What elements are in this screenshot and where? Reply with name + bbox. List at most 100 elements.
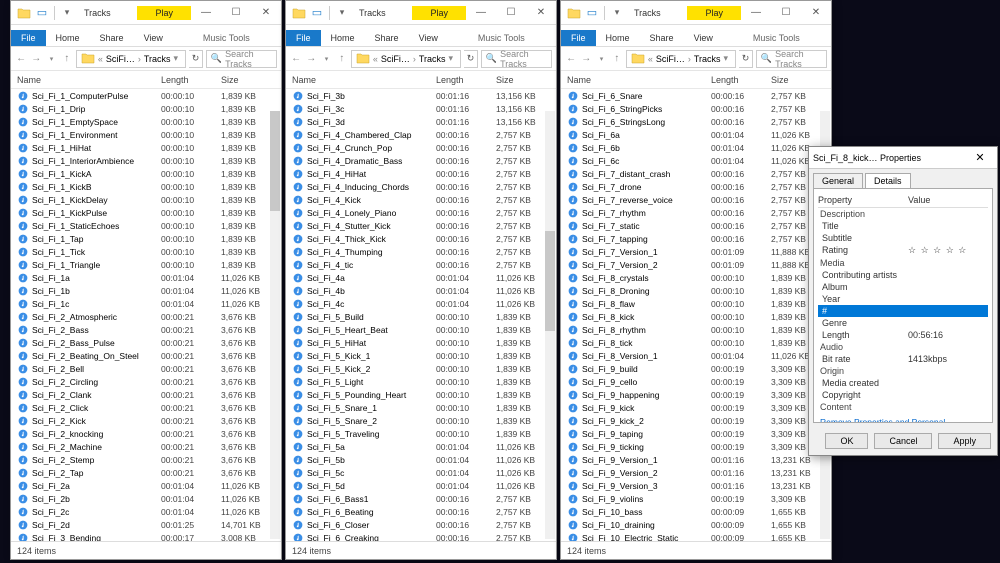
list-item[interactable]: Sci_Fi_9_taping 00:00:19 3,309 KB <box>567 427 831 440</box>
list-item[interactable]: Sci_Fi_2_Clank 00:00:21 3,676 KB <box>17 388 281 401</box>
list-item[interactable]: Sci_Fi_4_HiHat 00:00:16 2,757 KB <box>292 167 556 180</box>
tab-view[interactable]: View <box>134 30 173 46</box>
list-item[interactable]: Sci_Fi_10_bass 00:00:09 1,655 KB <box>567 505 831 518</box>
tab-music-tools[interactable]: Music Tools <box>468 30 535 46</box>
list-item[interactable]: Sci_Fi_9_cello 00:00:19 3,309 KB <box>567 375 831 388</box>
list-item[interactable]: Sci_Fi_6a 00:01:04 11,026 KB <box>567 128 831 141</box>
list-item[interactable]: Sci_Fi_8_Version_1 00:01:04 11,026 KB <box>567 349 831 362</box>
list-item[interactable]: Sci_Fi_6_Bass1 00:00:16 2,757 KB <box>292 492 556 505</box>
forward-icon[interactable]: → <box>30 50 42 68</box>
column-headers[interactable]: Name Length Size <box>286 71 556 89</box>
list-item[interactable]: Sci_Fi_6b 00:01:04 11,026 KB <box>567 141 831 154</box>
list-item[interactable]: Sci_Fi_8_flaw 00:00:10 1,839 KB <box>567 297 831 310</box>
maximize-icon[interactable]: ☐ <box>221 2 251 24</box>
list-item[interactable]: Sci_Fi_1_InteriorAmbience 00:00:10 1,839… <box>17 154 281 167</box>
breadcrumb[interactable]: « SciFi… › Tracks ▾ <box>76 50 186 68</box>
list-item[interactable]: Sci_Fi_7_tapping 00:00:16 2,757 KB <box>567 232 831 245</box>
breadcrumb-segment[interactable]: SciFi… <box>656 54 685 64</box>
list-item[interactable]: Sci_Fi_1_Drip 00:00:10 1,839 KB <box>17 102 281 115</box>
tab-share[interactable]: Share <box>640 30 684 46</box>
list-item[interactable]: Sci_Fi_4_Stutter_Kick 00:00:16 2,757 KB <box>292 219 556 232</box>
list-item[interactable]: Sci_Fi_6_Snare 00:00:16 2,757 KB <box>567 89 831 102</box>
tab-details[interactable]: Details <box>865 173 911 188</box>
list-item[interactable]: Sci_Fi_5_Kick_1 00:00:10 1,839 KB <box>292 349 556 362</box>
col-name[interactable]: Name <box>567 75 711 85</box>
list-item[interactable]: Sci_Fi_1_ComputerPulse 00:00:10 1,839 KB <box>17 89 281 102</box>
tab-home[interactable]: Home <box>46 30 90 46</box>
up-icon[interactable]: ↑ <box>611 50 623 68</box>
list-item[interactable]: Sci_Fi_7_rhythm 00:00:16 2,757 KB <box>567 206 831 219</box>
column-headers[interactable]: Name Length Size <box>561 71 831 89</box>
file-list[interactable]: Sci_Fi_3b 00:01:16 13,156 KB Sci_Fi_3c 0… <box>286 89 556 541</box>
list-item[interactable]: Sci_Fi_1_Triangle 00:00:10 1,839 KB <box>17 258 281 271</box>
list-item[interactable]: Sci_Fi_1_Tick 00:00:10 1,839 KB <box>17 245 281 258</box>
breadcrumb-segment[interactable]: SciFi… <box>106 54 135 64</box>
list-item[interactable]: Sci_Fi_1_HiHat 00:00:10 1,839 KB <box>17 141 281 154</box>
list-item[interactable]: Sci_Fi_5_HiHat 00:00:10 1,839 KB <box>292 336 556 349</box>
list-item[interactable]: Sci_Fi_2_Click 00:00:21 3,676 KB <box>17 401 281 414</box>
list-item[interactable]: Sci_Fi_4_Crunch_Pop 00:00:16 2,757 KB <box>292 141 556 154</box>
list-item[interactable]: Sci_Fi_5_Traveling 00:00:10 1,839 KB <box>292 427 556 440</box>
prop-rating[interactable]: Rating <box>818 245 908 256</box>
scrollbar[interactable] <box>270 111 280 539</box>
minimize-icon[interactable]: — <box>466 2 496 24</box>
tab-home[interactable]: Home <box>596 30 640 46</box>
list-item[interactable]: Sci_Fi_4_Kick 00:00:16 2,757 KB <box>292 193 556 206</box>
tab-view[interactable]: View <box>409 30 448 46</box>
prop-subtitle[interactable]: Subtitle <box>818 233 908 243</box>
scrollbar-thumb[interactable] <box>545 231 555 331</box>
ok-button[interactable]: OK <box>825 433 868 449</box>
list-item[interactable]: Sci_Fi_2_knocking 00:00:21 3,676 KB <box>17 427 281 440</box>
forward-icon[interactable]: → <box>305 50 317 68</box>
list-item[interactable]: Sci_Fi_7_reverse_voice 00:00:16 2,757 KB <box>567 193 831 206</box>
tab-home[interactable]: Home <box>321 30 365 46</box>
tab-view[interactable]: View <box>684 30 723 46</box>
list-item[interactable]: Sci_Fi_9_Version_2 00:01:16 13,231 KB <box>567 466 831 479</box>
col-size[interactable]: Size <box>496 75 556 85</box>
prop-contributing[interactable]: Contributing artists <box>818 270 908 280</box>
list-item[interactable]: Sci_Fi_6c 00:01:04 11,026 KB <box>567 154 831 167</box>
list-item[interactable]: Sci_Fi_4c 00:01:04 11,026 KB <box>292 297 556 310</box>
remove-properties-link[interactable]: Remove Properties and Personal Informati… <box>818 413 988 423</box>
list-item[interactable]: Sci_Fi_8_Droning 00:00:10 1,839 KB <box>567 284 831 297</box>
breadcrumb-segment[interactable]: Tracks <box>694 54 721 64</box>
properties-icon[interactable]: ▭ <box>585 6 599 20</box>
close-icon[interactable]: ✕ <box>251 2 281 24</box>
list-item[interactable]: Sci_Fi_2_Atmospheric 00:00:21 3,676 KB <box>17 310 281 323</box>
list-item[interactable]: Sci_Fi_4b 00:01:04 11,026 KB <box>292 284 556 297</box>
list-item[interactable]: Sci_Fi_1a 00:01:04 11,026 KB <box>17 271 281 284</box>
breadcrumb[interactable]: « SciFi… › Tracks ▾ <box>626 50 736 68</box>
refresh-icon[interactable]: ↻ <box>739 50 753 68</box>
list-item[interactable]: Sci_Fi_6_Creaking 00:00:16 2,757 KB <box>292 531 556 541</box>
col-size[interactable]: Size <box>221 75 281 85</box>
col-name[interactable]: Name <box>17 75 161 85</box>
recent-icon[interactable]: ▾ <box>320 50 332 68</box>
breadcrumb-segment[interactable]: Tracks <box>144 54 171 64</box>
list-item[interactable]: Sci_Fi_2_Tap 00:00:21 3,676 KB <box>17 466 281 479</box>
list-item[interactable]: Sci_Fi_5_Build 00:00:10 1,839 KB <box>292 310 556 323</box>
maximize-icon[interactable]: ☐ <box>496 2 526 24</box>
list-item[interactable]: Sci_Fi_5_Light 00:00:10 1,839 KB <box>292 375 556 388</box>
list-item[interactable]: Sci_Fi_5_Snare_1 00:00:10 1,839 KB <box>292 401 556 414</box>
minimize-icon[interactable]: — <box>741 2 771 24</box>
list-item[interactable]: Sci_Fi_9_happening 00:00:19 3,309 KB <box>567 388 831 401</box>
tab-file[interactable]: File <box>286 30 321 46</box>
tab-file[interactable]: File <box>561 30 596 46</box>
list-item[interactable]: Sci_Fi_1_KickDelay 00:00:10 1,839 KB <box>17 193 281 206</box>
list-item[interactable]: Sci_Fi_10_draining 00:00:09 1,655 KB <box>567 518 831 531</box>
properties-icon[interactable]: ▭ <box>35 6 49 20</box>
recent-icon[interactable]: ▾ <box>595 50 607 68</box>
list-item[interactable]: Sci_Fi_7_static 00:00:16 2,757 KB <box>567 219 831 232</box>
col-length[interactable]: Length <box>711 75 771 85</box>
list-item[interactable]: Sci_Fi_8_tick 00:00:10 1,839 KB <box>567 336 831 349</box>
list-item[interactable]: Sci_Fi_1c 00:01:04 11,026 KB <box>17 297 281 310</box>
chevron-right-icon[interactable]: « <box>645 54 656 64</box>
list-item[interactable]: Sci_Fi_4a 00:01:04 11,026 KB <box>292 271 556 284</box>
list-item[interactable]: Sci_Fi_4_Chambered_Clap 00:00:16 2,757 K… <box>292 128 556 141</box>
list-item[interactable]: Sci_Fi_2c 00:01:04 11,026 KB <box>17 505 281 518</box>
chevron-right-icon[interactable]: « <box>95 54 106 64</box>
cancel-button[interactable]: Cancel <box>874 433 932 449</box>
list-item[interactable]: Sci_Fi_2_Bass 00:00:21 3,676 KB <box>17 323 281 336</box>
chevron-right-icon[interactable]: › <box>135 54 144 64</box>
back-icon[interactable]: ← <box>290 50 302 68</box>
